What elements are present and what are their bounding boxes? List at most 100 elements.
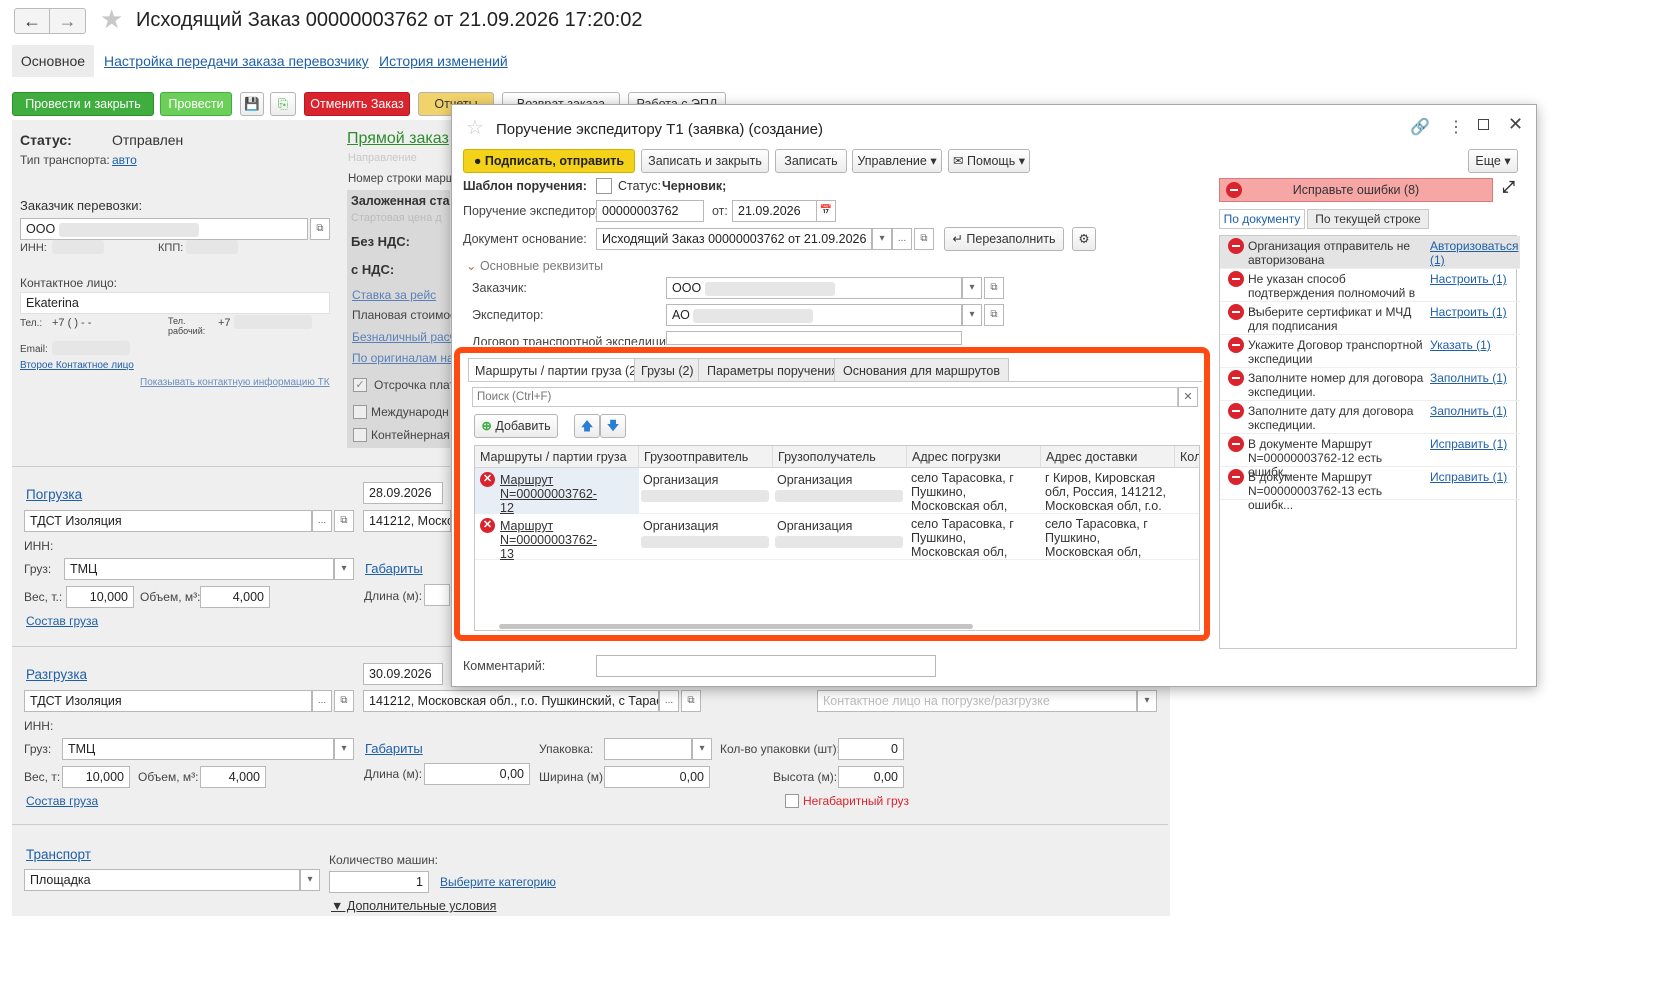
unloading-width-input[interactable]: 0,00 (604, 766, 710, 788)
section-main-details[interactable]: ⌄ Основные реквизиты (466, 258, 603, 273)
dialog-star-icon[interactable]: ☆ (466, 115, 484, 140)
link-icon[interactable]: 🔗 (1410, 117, 1430, 137)
loading-org-select[interactable]: ... (312, 510, 332, 532)
number-input[interactable]: 00000003762 (596, 200, 704, 222)
customer-input[interactable]: ООО (666, 277, 962, 299)
unloading-org-select[interactable]: ... (312, 690, 332, 712)
calendar-icon[interactable]: 📅 (816, 200, 836, 222)
refill-button[interactable]: ↵ Перезаполнить (944, 227, 1064, 251)
extra-conditions-toggle[interactable]: ▼ Дополнительные условия (331, 899, 496, 913)
tab-history[interactable]: История изменений (379, 53, 508, 69)
post-button[interactable]: Провести (160, 92, 232, 116)
pack-qty-input[interactable]: 0 (838, 738, 904, 760)
loading-dims-link[interactable]: Габариты (365, 561, 423, 576)
loading-org-open[interactable]: ⧉ (334, 510, 354, 532)
deferral-checkbox[interactable]: ✓ (353, 378, 367, 392)
error-list-item[interactable]: Организация отправитель не авторизована А… (1220, 236, 1520, 269)
basis-input[interactable]: Исходящий Заказ 00000003762 от 21.09.202… (596, 228, 872, 250)
contact-field[interactable]: Ekaterina (20, 292, 330, 314)
error-list-item[interactable]: Не указан способ подтверждения полномочи… (1220, 269, 1520, 314)
second-contact-link[interactable]: Второе Контактное лицо (20, 360, 134, 371)
save-icon-button[interactable]: 💾 (240, 92, 264, 116)
search-input[interactable] (472, 387, 1178, 407)
date-input[interactable]: 21.09.2026 (732, 200, 818, 222)
error-action-link[interactable]: Настроить (1) (1430, 272, 1518, 286)
error-tab-current-row[interactable]: По текущей строке (1307, 209, 1429, 229)
loading-cargo-select[interactable]: ТМЦ (64, 558, 334, 580)
transport-title[interactable]: Транспорт (26, 847, 91, 862)
loading-weight-input[interactable]: 10,000 (66, 586, 134, 608)
sign-send-button[interactable]: ● Подписать, отправить (463, 149, 635, 173)
add-button[interactable]: ⊕ Добавить (474, 414, 558, 438)
basis-open[interactable]: ⧉ (914, 228, 934, 250)
save-button[interactable]: Записать (775, 149, 847, 173)
tab-routes[interactable]: Маршруты / партии груза (2) (468, 358, 648, 382)
contract-input[interactable] (666, 331, 962, 345)
template-checkbox[interactable] (596, 178, 612, 194)
tab-cargo[interactable]: Грузы (2) (634, 358, 701, 382)
close-icon[interactable]: ✕ (1508, 114, 1523, 135)
customer-open-button[interactable]: ⧉ (310, 218, 330, 240)
col-from[interactable]: Адрес погрузки (907, 446, 1041, 468)
error-action-link[interactable]: Настроить (1) (1430, 305, 1518, 319)
unloading-cargo-dropdown[interactable]: ▾ (334, 738, 354, 760)
basis-dropdown[interactable]: ▾ (872, 228, 892, 250)
unloading-cargo-select[interactable]: ТМЦ (62, 738, 334, 760)
manage-button[interactable]: Управление ▾ (852, 149, 942, 173)
international-checkbox[interactable] (353, 405, 367, 419)
error-action-link[interactable]: Исправить (1) (1430, 437, 1518, 451)
cars-input[interactable]: 1 (329, 871, 429, 893)
error-list-item[interactable]: Заполните дату для договора экспедиции. З… (1220, 401, 1520, 434)
fix-errors-button[interactable]: Исправьте ошибки (8) (1219, 178, 1493, 202)
show-contact-link[interactable]: Показывать контактную информацию ТК (140, 377, 330, 388)
originals-link[interactable]: По оригиналам на (352, 351, 454, 365)
horizontal-scrollbar[interactable] (499, 624, 973, 629)
col-receiver[interactable]: Грузополучатель (773, 446, 907, 468)
error-action-link[interactable]: Авторизоваться (1) (1430, 239, 1518, 267)
unloading-contact-field[interactable]: Контактное лицо на погрузке/разгрузке (817, 690, 1137, 712)
table-row[interactable]: ✕ Маршрут N=00000003762-12 Организация О… (475, 468, 1199, 515)
error-action-link[interactable]: Заполнить (1) (1430, 371, 1518, 385)
error-action-link[interactable]: Исправить (1) (1430, 470, 1518, 484)
route-link[interactable]: Маршрут N=00000003762-13 (500, 519, 610, 561)
unloading-weight-input[interactable]: 10,000 (62, 766, 130, 788)
post-close-button[interactable]: Провести и закрыть (12, 92, 154, 116)
unloading-address-select[interactable]: ... (659, 690, 679, 712)
error-list-item[interactable]: В документе Маршрут N=00000003762-12 ест… (1220, 434, 1520, 479)
unloading-volume-input[interactable]: 4,000 (200, 766, 266, 788)
col-sender[interactable]: Грузоотправитель (639, 446, 773, 468)
tab-parameters[interactable]: Параметры поручения (698, 358, 848, 382)
forwarder-input[interactable]: АО (666, 304, 962, 326)
tel-value[interactable]: +7 ( ) - - (52, 317, 91, 329)
settings-gear-button[interactable]: ⚙ (1072, 227, 1096, 251)
col-route[interactable]: Маршруты / партии груза (475, 446, 639, 468)
transport-type-link[interactable]: авто (112, 153, 137, 167)
forwarder-open[interactable]: ⧉ (984, 304, 1004, 326)
container-checkbox[interactable] (353, 428, 367, 442)
save-close-button[interactable]: Записать и закрыть (641, 149, 769, 173)
unloading-date[interactable]: 30.09.2026 (363, 663, 443, 685)
unloading-org[interactable]: ТДСТ Изоляция (24, 690, 312, 712)
error-action-link[interactable]: Указать (1) (1430, 338, 1518, 352)
unloading-length-input[interactable]: 0,00 (424, 763, 530, 785)
unloading-composition-link[interactable]: Состав груза (26, 794, 98, 808)
loading-address[interactable]: 141212, Москов (363, 510, 451, 532)
copy-icon-button[interactable]: ⎘ (270, 92, 296, 116)
tab-main[interactable]: Основное (12, 45, 94, 77)
unloading-contact-dropdown[interactable]: ▾ (1137, 690, 1157, 712)
work-tel-value[interactable]: +7 (218, 317, 231, 329)
back-button[interactable]: ← (14, 8, 50, 34)
error-list-item[interactable]: Заполните номер для договора экспедиции.… (1220, 368, 1520, 401)
route-link[interactable]: Маршрут N=00000003762-12 (500, 473, 610, 515)
more-button[interactable]: Еще ▾ (1468, 149, 1518, 173)
favorite-star-icon[interactable]: ★ (100, 4, 123, 35)
rate-link[interactable]: Ставка за рейс (352, 288, 436, 302)
error-list-item[interactable]: В документе Маршрут N=00000003762-13 ест… (1220, 467, 1520, 512)
search-clear-icon[interactable]: ✕ (1178, 387, 1198, 407)
vehicle-dropdown[interactable]: ▾ (300, 869, 320, 891)
loading-length-input[interactable] (424, 584, 450, 606)
col-qty[interactable]: Коли (1175, 446, 1199, 468)
loading-title[interactable]: Погрузка (26, 487, 82, 502)
error-list-item[interactable]: Укажите Договор транспортной экспедиции У… (1220, 335, 1520, 368)
move-up-button[interactable]: 🡅 (574, 414, 600, 438)
